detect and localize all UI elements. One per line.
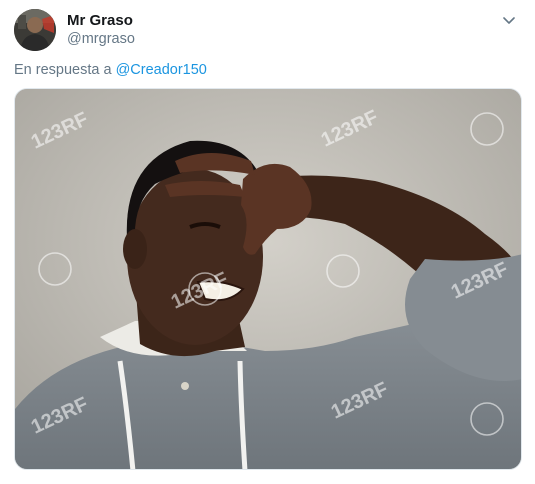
tweet-header: Mr Graso @mrgraso bbox=[14, 9, 521, 55]
photo-image: 123RF 123RF 123RF 123RF 123RF 123RF bbox=[15, 89, 521, 469]
author-name[interactable]: Mr Graso bbox=[67, 12, 133, 29]
tweet-card[interactable]: Mr Graso @mrgraso En respuesta a @Creado… bbox=[0, 0, 535, 484]
author-handle[interactable]: @mrgraso bbox=[67, 31, 135, 47]
reply-mention-link[interactable]: @Creador150 bbox=[116, 62, 207, 78]
avatar[interactable] bbox=[14, 9, 56, 51]
tweet-photo[interactable]: 123RF 123RF 123RF 123RF 123RF 123RF bbox=[14, 88, 522, 470]
reply-context: En respuesta a @Creador150 bbox=[14, 62, 207, 78]
reply-prefix: En respuesta a bbox=[14, 62, 116, 78]
chevron-down-icon[interactable] bbox=[499, 11, 519, 31]
avatar-image bbox=[14, 9, 56, 51]
